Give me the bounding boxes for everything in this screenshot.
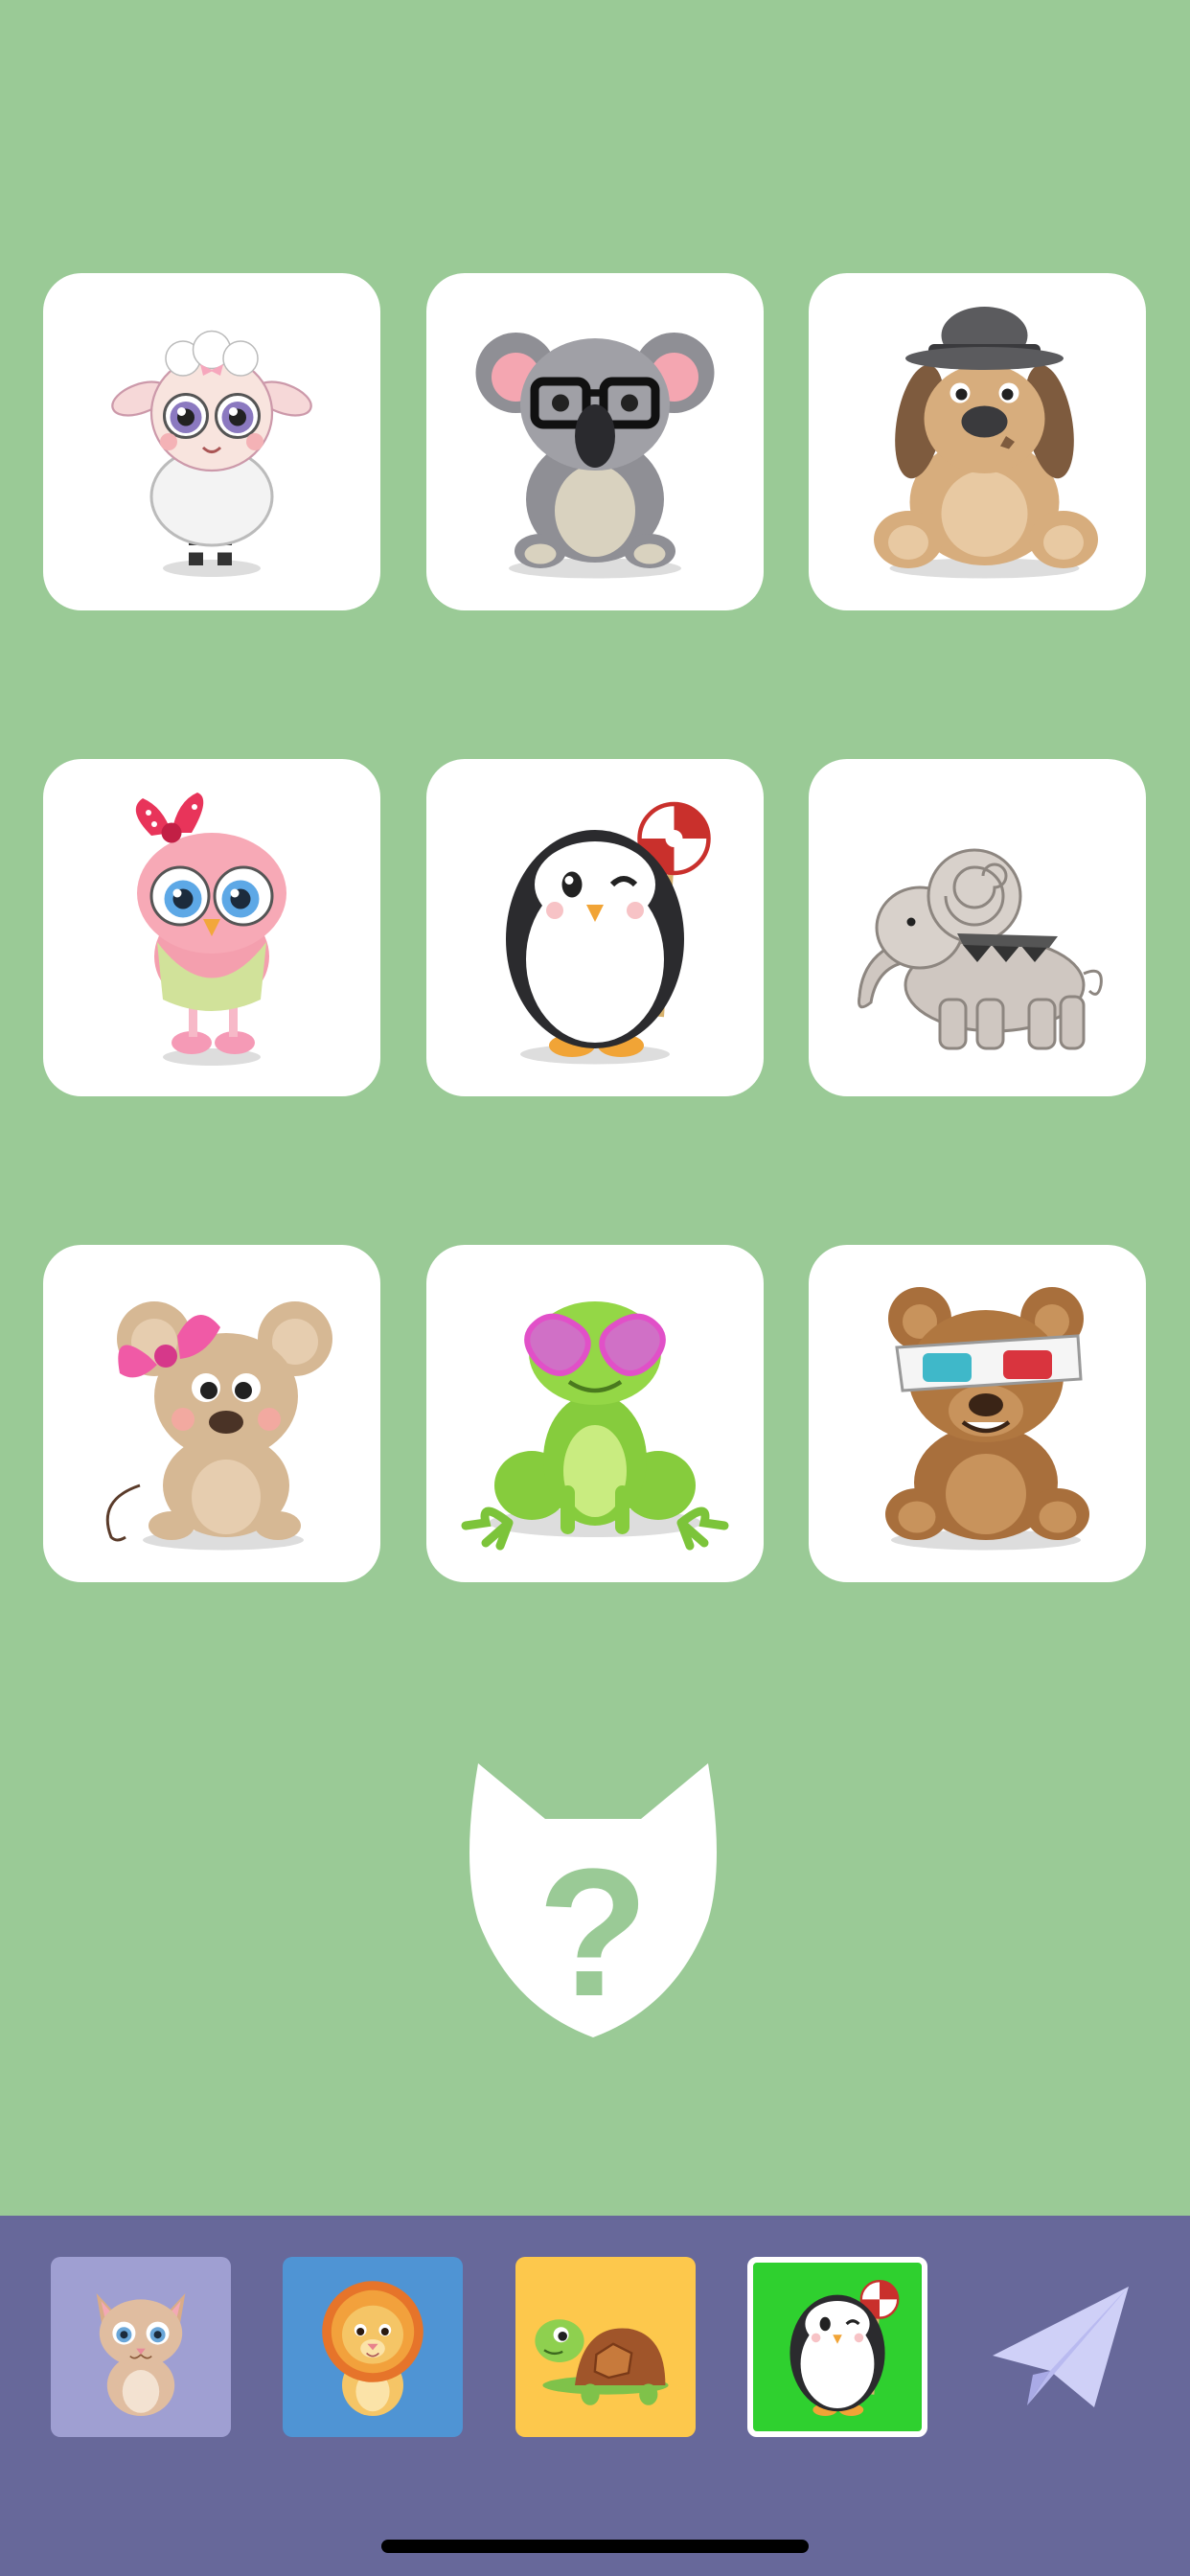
animal-card-owl[interactable]: [43, 759, 380, 1096]
animal-card-dog[interactable]: [809, 273, 1146, 610]
penguin-icon: [790, 2280, 900, 2416]
mouse-icon: [105, 1301, 332, 1551]
cat-icon: [96, 2293, 186, 2416]
elephant-icon: [858, 848, 1103, 1050]
slot-cat[interactable]: [51, 2257, 231, 2437]
home-indicator: [381, 2540, 809, 2553]
penguin-icon: [506, 801, 711, 1065]
owl-icon: [135, 793, 286, 1066]
paper-plane-icon[interactable]: [991, 2283, 1131, 2413]
mystery-question-mark: ?: [538, 1831, 649, 2035]
slot-penguin[interactable]: [747, 2257, 927, 2437]
animal-card-sheep[interactable]: [43, 273, 380, 610]
slot-turtle[interactable]: [515, 2257, 696, 2437]
koala-icon: [475, 333, 715, 579]
animal-card-bear[interactable]: [809, 1245, 1146, 1582]
bear-icon: [885, 1287, 1089, 1551]
bottom-bar: [0, 2216, 1190, 2576]
frog-icon: [461, 1301, 729, 1551]
turtle-icon: [535, 2319, 669, 2405]
slot-lion[interactable]: [283, 2257, 463, 2437]
animal-card-frog[interactable]: [426, 1245, 764, 1582]
animal-card-penguin[interactable]: [426, 759, 764, 1096]
animal-card-mouse[interactable]: [43, 1245, 380, 1582]
lion-icon: [322, 2281, 423, 2416]
animal-card-elephant[interactable]: [809, 759, 1146, 1096]
mystery-fox-question-icon: ?: [469, 1763, 717, 2037]
sheep-icon: [111, 330, 312, 577]
animal-card-koala[interactable]: [426, 273, 764, 610]
dog-icon: [874, 307, 1098, 579]
